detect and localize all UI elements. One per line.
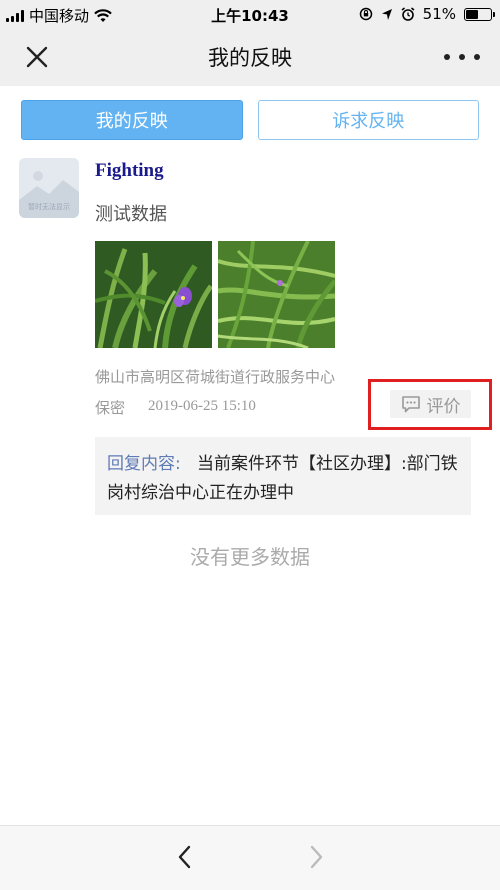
post-photo-1[interactable] [95,241,212,348]
more-icon [444,54,450,60]
nav-bar: 我的反映 [0,28,500,86]
reply-box: 回复内容: 当前案件环节【社区办理】:部门铁岗村综治中心正在办理中 [95,437,471,515]
user-name: Fighting [95,160,164,181]
more-button[interactable] [444,44,480,70]
post-content: 测试数据 [95,204,167,225]
battery-icon [464,7,495,21]
tab-my-reports[interactable]: 我的反映 [21,100,243,140]
tab-appeal-reports[interactable]: 诉求反映 [257,100,479,140]
privacy-label: 保密 [95,399,126,417]
chevron-left-icon [178,845,191,869]
reply-label: 回复内容: [107,454,181,474]
post-date: 2019-06-25 15:10 [148,398,256,414]
no-more-data: 没有更多数据 [190,545,310,569]
location-icon [381,8,392,20]
bottom-toolbar [0,825,500,890]
forward-button[interactable] [303,842,329,872]
page-title: 我的反映 [208,46,292,70]
status-bar: 中国移动 上午10:43 51% [0,0,500,28]
tab-bar: 我的反映 诉求反映 [21,100,479,140]
status-right: 51% [359,5,495,23]
chevron-right-icon [310,845,323,869]
post-location: 佛山市高明区荷城街道行政服务中心 [95,368,336,386]
rate-button[interactable]: 评价 [390,390,471,418]
post-photo-2[interactable] [218,241,335,348]
comment-icon [401,396,420,413]
battery-fill [466,9,479,19]
avatar-caption: 暂时无法显示 [28,203,70,211]
avatar: 暂时无法显示 [19,158,79,218]
back-button[interactable] [172,842,198,872]
rate-label: 评价 [426,396,461,417]
rotation-lock-icon [359,7,372,21]
battery-percent: 51% [422,5,456,23]
alarm-icon [401,7,415,21]
